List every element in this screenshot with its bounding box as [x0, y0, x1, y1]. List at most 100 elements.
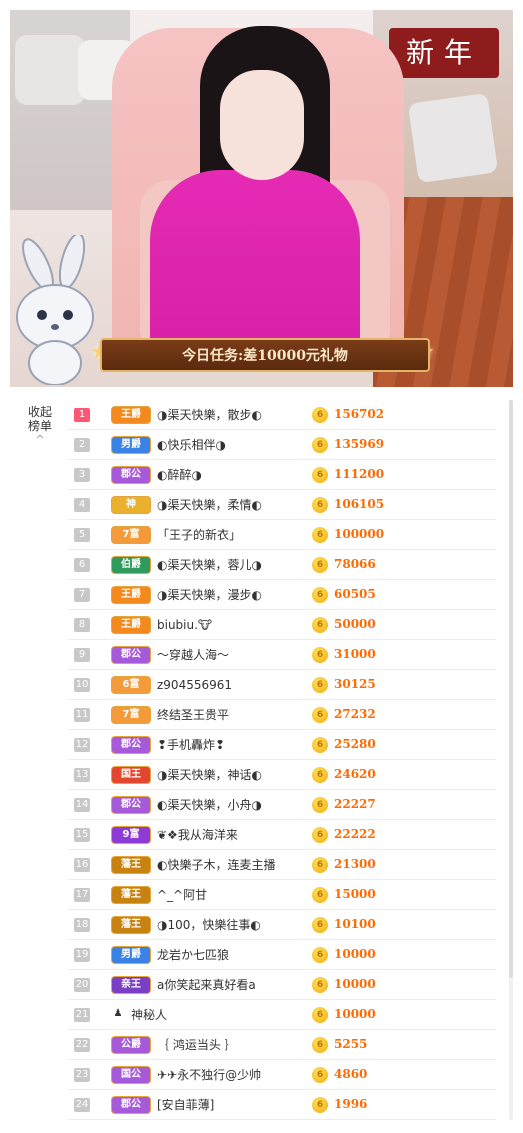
user-name[interactable]: ◑渠天快樂，散步◐ — [157, 406, 317, 423]
ranking-row[interactable]: 24 郡公 [安自菲薄] 6 1996 — [68, 1090, 496, 1120]
user-name[interactable]: z904556961 — [157, 678, 317, 692]
ranking-row[interactable]: 17 藩王 ^_^阿甘 6 15000 — [68, 880, 496, 910]
contribution-amount: 21300 — [334, 857, 376, 871]
user-name[interactable]: a你笑起来真好看a — [157, 976, 317, 993]
contribution-amount: 10000 — [334, 1007, 376, 1021]
noble-badge-icon: 男爵 — [111, 435, 151, 454]
rank-number: 7 — [74, 587, 90, 602]
user-name[interactable]: ◑渠天快樂，漫步◐ — [157, 586, 317, 603]
ranking-row[interactable]: 5 7富 「王子的新衣」 6 100000 — [68, 520, 496, 550]
ranking-row[interactable]: 4 神 ◑渠天快樂，柔情◐ 6 106105 — [68, 490, 496, 520]
ranking-row[interactable]: 16 藩王 ◐快樂子木，连麦主播 6 21300 — [68, 850, 496, 880]
ranking-row[interactable]: 1 王爵 ◑渠天快樂，散步◐ 6 156702 — [68, 400, 496, 430]
contribution-amount: 10100 — [334, 917, 376, 931]
user-name[interactable]: ◐醉醉◑ — [157, 466, 317, 483]
user-name[interactable]: ◐渠天快樂，蓉儿◑ — [157, 556, 317, 573]
user-name[interactable]: ❢手机轟炸❢ — [157, 736, 317, 753]
ranking-row[interactable]: 19 男爵 龙岩か七匹狼 6 10000 — [68, 940, 496, 970]
user-name[interactable]: ✈✈永不独行@少帅 — [157, 1066, 317, 1083]
coin-icon: 6 — [312, 647, 328, 663]
user-name[interactable]: ◑渠天快樂，柔情◐ — [157, 496, 317, 513]
pillow — [407, 92, 499, 184]
coin-icon: 6 — [312, 557, 328, 573]
user-name[interactable]: ◑渠天快樂，神话◐ — [157, 766, 317, 783]
live-stream-video[interactable]: 新年 ★ ★ 今日任务:差10000元礼物 — [10, 10, 513, 387]
user-name[interactable]: 龙岩か七匹狼 — [157, 946, 317, 963]
noble-badge-icon: 郡公 — [111, 465, 151, 484]
user-name[interactable]: ◐快乐相伴◑ — [157, 436, 317, 453]
noble-badge-icon: 国公 — [111, 1065, 151, 1084]
rank-number: 19 — [74, 947, 90, 962]
user-name[interactable]: 「王子的新衣」 — [157, 526, 317, 543]
ranking-row[interactable]: 21 ♟ 神秘人 6 10000 — [68, 1000, 496, 1030]
noble-badge-icon: 神 — [111, 495, 151, 514]
contribution-amount: 25280 — [334, 737, 376, 751]
streamer-face — [220, 70, 304, 180]
coin-icon: 6 — [312, 1097, 328, 1113]
ranking-row[interactable]: 9 郡公 ～穿越人海～ 6 31000 — [68, 640, 496, 670]
contribution-amount: 4860 — [334, 1067, 368, 1081]
rank-number: 13 — [74, 767, 90, 782]
noble-badge-icon: 男爵 — [111, 945, 151, 964]
ranking-row[interactable]: 11 7富 终结圣王贵平 6 27232 — [68, 700, 496, 730]
ranking-row[interactable]: 20 亲王 a你笑起来真好看a 6 10000 — [68, 970, 496, 1000]
ranking-row[interactable]: 8 王爵 biubiu.🐮 6 50000 — [68, 610, 496, 640]
user-name[interactable]: 神秘人 — [131, 1006, 291, 1023]
ranking-row[interactable]: 14 郡公 ◐渠天快樂，小舟◑ 6 22227 — [68, 790, 496, 820]
rank-number: 22 — [74, 1037, 90, 1052]
rank-number: 5 — [74, 527, 90, 542]
noble-badge-icon: 9富 — [111, 825, 151, 844]
user-name[interactable]: ｛ 鸿运当头 ｝ — [157, 1036, 317, 1053]
scrollbar[interactable] — [509, 400, 513, 1120]
ranking-row[interactable]: 18 藩王 ◑100，快樂往事◐ 6 10100 — [68, 910, 496, 940]
collapse-label-2: 榜单 — [27, 419, 52, 433]
noble-badge-icon: 藩王 — [111, 915, 151, 934]
user-name[interactable]: ❦❖我从海洋来 — [157, 826, 317, 843]
noble-badge-icon: 郡公 — [111, 735, 151, 754]
coin-icon: 6 — [312, 497, 328, 513]
coin-icon: 6 — [312, 827, 328, 843]
ranking-row[interactable]: 12 郡公 ❢手机轟炸❢ 6 25280 — [68, 730, 496, 760]
noble-badge-icon: 郡公 — [111, 795, 151, 814]
noble-badge-icon: 伯爵 — [111, 555, 151, 574]
user-name[interactable]: ◑100，快樂往事◐ — [157, 916, 317, 933]
user-name[interactable]: ^_^阿甘 — [157, 886, 317, 903]
contribution-amount: 156702 — [334, 407, 385, 421]
scrollbar-thumb[interactable] — [509, 400, 513, 978]
ranking-row[interactable]: 23 国公 ✈✈永不独行@少帅 6 4860 — [68, 1060, 496, 1090]
user-name[interactable]: 终结圣王贵平 — [157, 706, 317, 723]
contribution-amount: 24620 — [334, 767, 376, 781]
user-name[interactable]: ～穿越人海～ — [157, 646, 317, 663]
ranking-row[interactable]: 6 伯爵 ◐渠天快樂，蓉儿◑ 6 78066 — [68, 550, 496, 580]
user-name[interactable]: ◐快樂子木，连麦主播 — [157, 856, 317, 873]
contribution-amount: 15000 — [334, 887, 376, 901]
ranking-row[interactable]: 3 郡公 ◐醉醉◑ 6 111200 — [68, 460, 496, 490]
contribution-amount: 10000 — [334, 947, 376, 961]
coin-icon: 6 — [312, 407, 328, 423]
ranking-row[interactable]: 13 国王 ◑渠天快樂，神话◐ 6 24620 — [68, 760, 496, 790]
contribution-amount: 135969 — [334, 437, 385, 451]
coin-icon: 6 — [312, 767, 328, 783]
rank-number: 10 — [74, 677, 90, 692]
ranking-row[interactable]: 10 6富 z904556961 6 30125 — [68, 670, 496, 700]
noble-badge-icon: 王爵 — [111, 405, 151, 424]
contribution-amount: 27232 — [334, 707, 376, 721]
collapse-ranking-button[interactable]: 收起 榜单 ^ — [18, 405, 62, 447]
ranking-row[interactable]: 2 男爵 ◐快乐相伴◑ 6 135969 — [68, 430, 496, 460]
daily-task-banner: 今日任务:差10000元礼物 — [100, 338, 430, 372]
contribution-amount: 111200 — [334, 467, 385, 481]
ranking-row[interactable]: 22 公爵 ｛ 鸿运当头 ｝ 6 5255 — [68, 1030, 496, 1060]
rank-number: 12 — [74, 737, 90, 752]
noble-badge-icon: 郡公 — [111, 1095, 151, 1114]
ranking-row[interactable]: 7 王爵 ◑渠天快樂，漫步◐ 6 60505 — [68, 580, 496, 610]
coin-icon: 6 — [312, 617, 328, 633]
coin-icon: 6 — [312, 797, 328, 813]
ranking-row[interactable]: 15 9富 ❦❖我从海洋来 6 22222 — [68, 820, 496, 850]
contribution-amount: 78066 — [334, 557, 376, 571]
user-name[interactable]: [安自菲薄] — [157, 1096, 317, 1113]
user-name[interactable]: biubiu.🐮 — [157, 618, 317, 632]
gift-ranking-list: 1 王爵 ◑渠天快樂，散步◐ 6 156702 2 男爵 ◐快乐相伴◑ 6 135969 3 郡公 ◐醉… — [68, 400, 496, 1120]
coin-icon: 6 — [312, 1067, 328, 1083]
rank-number: 21 — [74, 1007, 90, 1022]
user-name[interactable]: ◐渠天快樂，小舟◑ — [157, 796, 317, 813]
